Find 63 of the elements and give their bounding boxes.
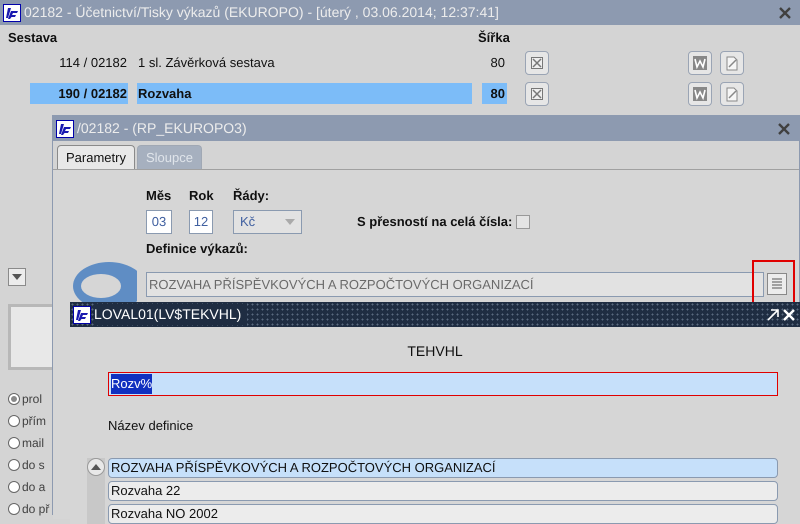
- crossed-page-icon: [530, 56, 544, 70]
- window-title: /02182 - (RP_EKUROPO3): [77, 119, 248, 138]
- list-icon: [771, 277, 783, 291]
- lov-heading: TEHVHL: [407, 342, 463, 361]
- radio-label: do s: [22, 457, 45, 474]
- radio-label: do př: [22, 501, 50, 518]
- crossed-page-icon: [530, 86, 544, 100]
- year-field[interactable]: 12: [189, 210, 213, 234]
- definition-field[interactable]: ROZVAHA PŘÍSPĚVKOVÝCH A ROZPOČTOVÝCH ORGANIZACÍ: [146, 272, 764, 296]
- window-title: 02182 - Účetnictví/Tisky výkazů (EKUROPO) - [úterý , 03.06.2014; 12:37:41]: [24, 3, 500, 22]
- document-icon: [692, 54, 708, 70]
- radio-button[interactable]: [8, 503, 20, 515]
- caret-icon: [12, 274, 22, 280]
- column-header: Sestava: [8, 28, 58, 46]
- app-logo-icon: [73, 306, 91, 324]
- radio-label: do a: [22, 479, 46, 496]
- app-logo-icon: [56, 120, 74, 138]
- list-item[interactable]: Rozvaha NO 2002: [108, 504, 778, 524]
- precision-label: S přesností na celá čísla:: [357, 212, 512, 231]
- list-button[interactable]: [767, 273, 787, 295]
- radio-label: přím: [22, 413, 46, 430]
- units-label: Řády:: [233, 187, 270, 205]
- month-label: Měs: [146, 187, 172, 205]
- word-export-button[interactable]: [688, 50, 712, 74]
- report-name[interactable]: 1 sl. Závěrková sestava: [137, 52, 472, 74]
- pen-page-icon: [724, 86, 740, 102]
- report-width: 80: [490, 54, 506, 72]
- edit-button[interactable]: [525, 50, 549, 74]
- list-item[interactable]: Rozvaha 22: [108, 480, 778, 500]
- column-label: Název definice: [108, 417, 194, 435]
- caret-icon: [285, 218, 295, 224]
- radio-button[interactable]: [8, 481, 20, 493]
- pen-page-icon: [724, 54, 740, 70]
- tab[interactable]: Parametry: [57, 145, 135, 169]
- window-title: LOVAL01(LV$TEKVHL): [94, 304, 248, 325]
- word-export-button[interactable]: [688, 82, 712, 106]
- radio-label: mail: [22, 435, 44, 452]
- report-code: 190 / 02182: [30, 82, 128, 104]
- radio-label: prol: [22, 391, 42, 408]
- radio-button[interactable]: [8, 415, 20, 427]
- radio-button[interactable]: [8, 437, 20, 449]
- radio-button[interactable]: [8, 393, 20, 405]
- search-field[interactable]: Rozv%: [108, 372, 778, 396]
- radio-button[interactable]: [8, 459, 20, 471]
- list-item[interactable]: ROZVAHA PŘÍSPĚVKOVÝCH A ROZPOČTOVÝCH ORGANIZACÍ: [108, 458, 778, 478]
- report-name[interactable]: Rozvaha: [137, 82, 472, 104]
- month-field[interactable]: 03: [146, 210, 172, 234]
- units-dropdown[interactable]: Kč: [233, 210, 302, 234]
- year-label: Rok: [189, 187, 215, 205]
- column-header: Šířka: [478, 28, 510, 46]
- edit-button[interactable]: [525, 82, 549, 106]
- scroll-up-button[interactable]: [87, 458, 105, 476]
- report-width: 80: [482, 82, 507, 104]
- report-code: 114 / 02182: [58, 54, 128, 72]
- definition-label: Definice výkazů:: [146, 240, 249, 258]
- pdf-export-button[interactable]: [720, 50, 744, 74]
- caret-icon: [91, 464, 101, 470]
- dropdown-button[interactable]: [8, 268, 26, 286]
- app-logo-icon: [3, 4, 21, 22]
- pdf-export-button[interactable]: [720, 82, 744, 106]
- resize-icon[interactable]: [767, 308, 779, 320]
- document-icon: [692, 86, 708, 102]
- precision-checkbox[interactable]: [516, 214, 530, 228]
